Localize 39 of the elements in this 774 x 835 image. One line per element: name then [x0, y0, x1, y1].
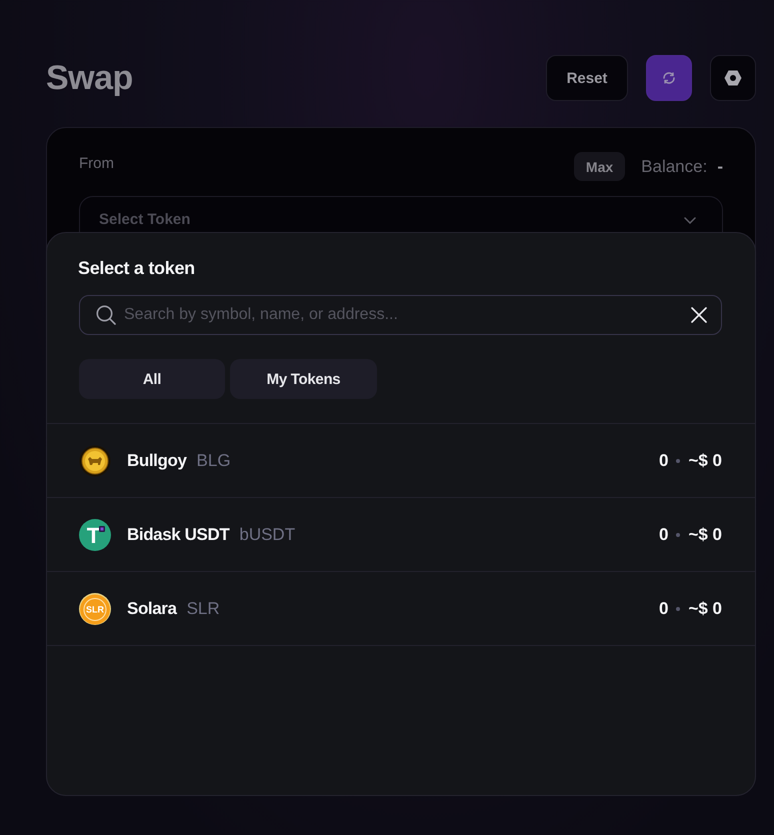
settings-button[interactable] [710, 55, 756, 101]
token-symbol: BLG [196, 450, 231, 470]
token-symbol: bUSDT [239, 524, 296, 544]
reset-button[interactable]: Reset [546, 55, 628, 101]
token-name: Bidask USDT [127, 524, 230, 544]
token-row[interactable]: Bullgoy BLG 0 ~$ 0 [47, 424, 755, 498]
settings-icon [724, 70, 742, 86]
separator-dot-icon [676, 532, 680, 536]
max-button[interactable]: Max [574, 152, 626, 181]
tether-logo-icon: T [79, 518, 111, 550]
token-amount: 0 [658, 450, 668, 470]
bull-coin-icon [79, 444, 111, 476]
token-symbol: SLR [186, 598, 220, 618]
solara-logo-icon: SLR [79, 592, 111, 624]
refresh-button[interactable] [646, 55, 692, 101]
search-field[interactable]: Search by symbol, name, or address... [79, 295, 722, 335]
close-icon [690, 306, 708, 324]
search-icon [96, 305, 116, 325]
token-usd-value: ~$ 0 [688, 524, 722, 544]
modal-title: Select a token [78, 258, 195, 279]
refresh-icon [662, 71, 676, 85]
token-row[interactable]: SLR Solara SLR 0 ~$ 0 [47, 572, 755, 646]
filter-tab[interactable]: My Tokens [230, 359, 377, 399]
token-amount: 0 [658, 598, 668, 618]
token-amount: 0 [658, 524, 668, 544]
filter-tab[interactable]: All [79, 359, 225, 399]
page-title: Swap [46, 58, 133, 98]
token-usd-value: ~$ 0 [688, 450, 722, 470]
chevron-down-icon [684, 217, 696, 224]
from-label: From [79, 155, 114, 172]
token-name: Solara [127, 598, 177, 618]
token-name: Bullgoy [127, 450, 187, 470]
balance-label: Balance: [641, 156, 708, 176]
token-usd-value: ~$ 0 [688, 598, 722, 618]
balance-value: - [717, 156, 723, 176]
separator-dot-icon [676, 458, 680, 462]
token-row[interactable]: T Bidask USDT bUSDT 0 ~$ 0 [47, 498, 755, 572]
separator-dot-icon [676, 606, 680, 610]
clear-search-button[interactable] [690, 306, 708, 324]
